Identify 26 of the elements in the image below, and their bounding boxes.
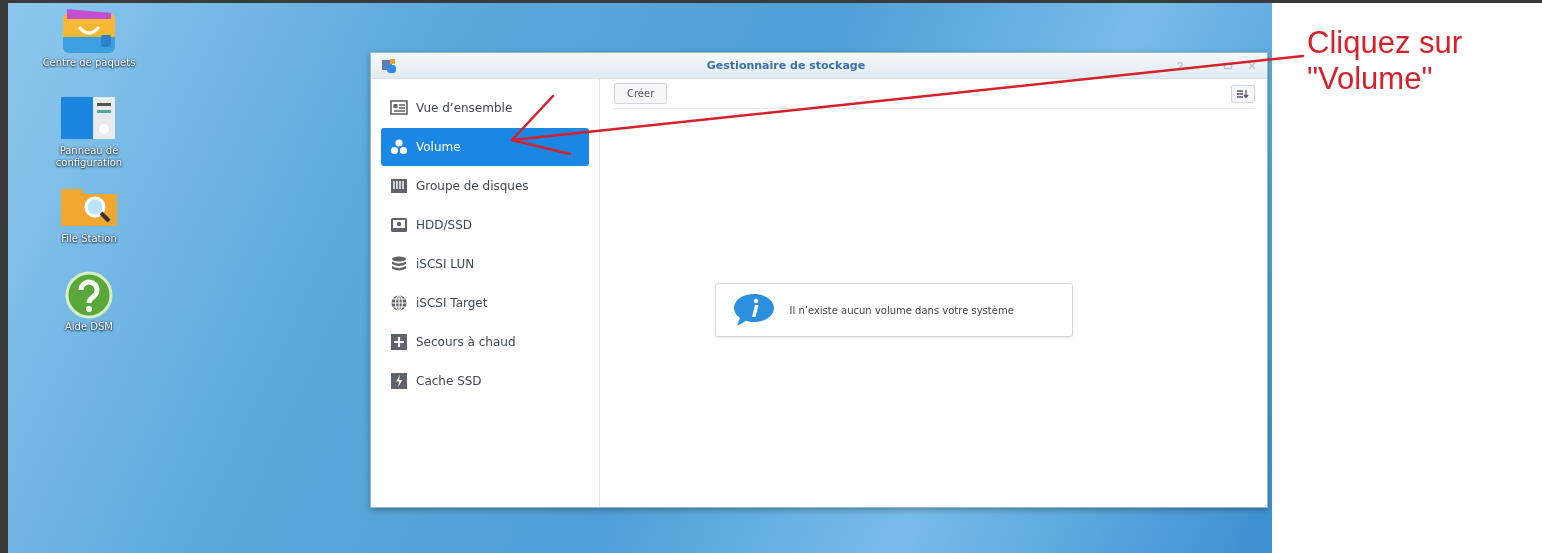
info-icon xyxy=(731,292,776,328)
window-title: Gestionnaire de stockage xyxy=(705,59,867,72)
database-icon xyxy=(390,255,408,273)
sidebar-item[interactable]: Secours à chaud xyxy=(381,323,589,361)
sidebar-item[interactable]: iSCSI Target xyxy=(381,284,589,322)
help-icon[interactable] xyxy=(1175,60,1185,71)
create-button[interactable]: Créer xyxy=(614,83,668,104)
sort-button[interactable] xyxy=(1231,84,1255,103)
sidebar-item[interactable]: Volume xyxy=(381,128,589,166)
close-icon[interactable] xyxy=(1247,60,1257,71)
cubes-icon xyxy=(390,138,408,156)
hard-drive-icon xyxy=(390,216,408,234)
card-icon xyxy=(390,99,408,117)
plus-square-icon xyxy=(390,333,408,351)
sidebar-item[interactable]: Vue d’ensemble xyxy=(381,89,589,127)
sidebar-item[interactable]: HDD/SSD xyxy=(381,206,589,244)
flash-drive-icon xyxy=(390,372,408,390)
empty-message: Il n’existe aucun volume dans votre système xyxy=(789,304,1014,316)
app-icon xyxy=(381,57,397,74)
globe-icon xyxy=(390,294,408,312)
disk-group-icon xyxy=(390,177,408,195)
annotation-text: Cliquez sur "Volume" xyxy=(1307,25,1464,97)
sidebar-item[interactable]: iSCSI LUN xyxy=(381,245,589,283)
sort-icon xyxy=(1236,88,1250,99)
sidebar-item[interactable]: Cache SSD xyxy=(381,362,589,400)
sidebar-item[interactable]: Groupe de disques xyxy=(381,167,589,205)
